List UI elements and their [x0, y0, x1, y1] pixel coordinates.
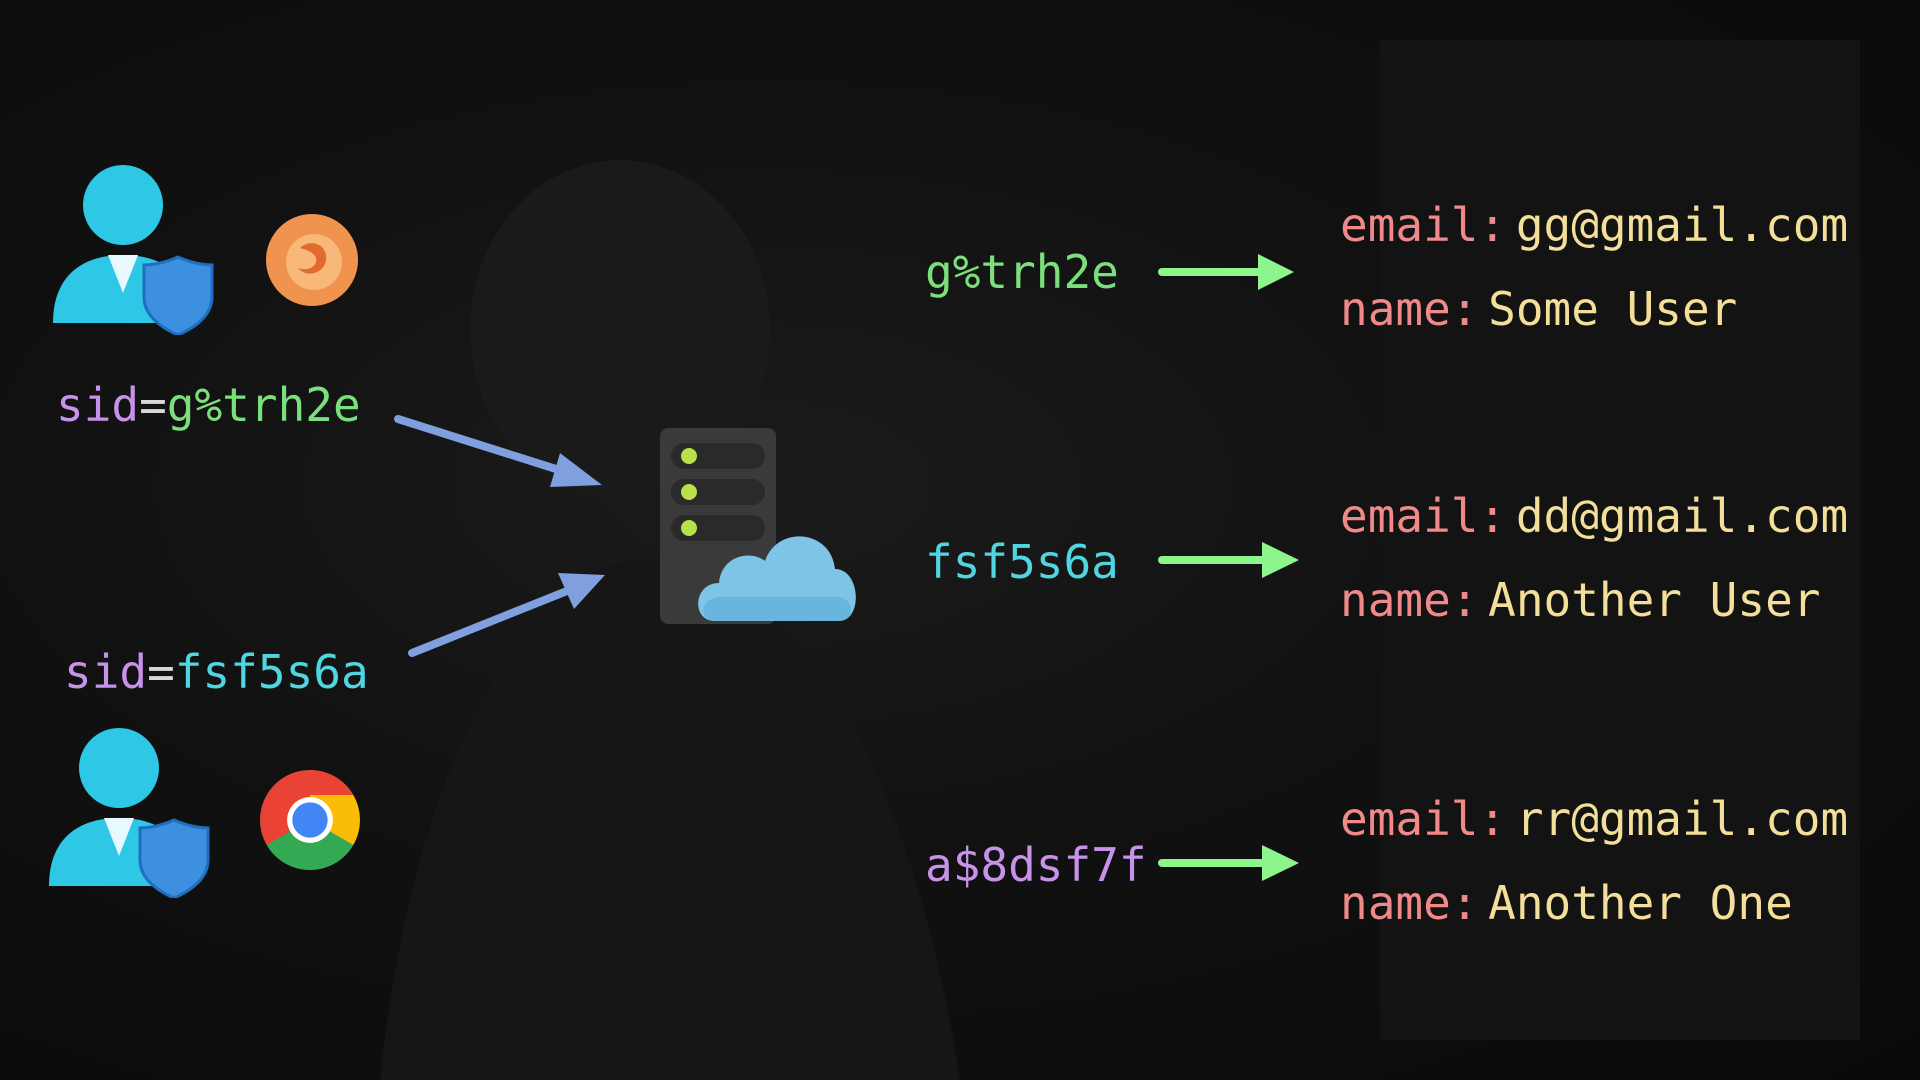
sid-key: sid — [56, 378, 140, 432]
email-label: email: — [1340, 489, 1507, 543]
email-value: gg@gmail.com — [1515, 198, 1849, 252]
record-email-row: email: gg@gmail.com — [1340, 198, 1848, 252]
record-name-row: name: Another One — [1340, 876, 1848, 930]
user-shield-icon — [49, 728, 210, 898]
sid-equals: = — [147, 645, 175, 699]
record-email-row: email: dd@gmail.com — [1340, 489, 1848, 543]
sid-value: fsf5s6a — [174, 645, 369, 699]
name-label: name: — [1340, 282, 1479, 336]
email-value: dd@gmail.com — [1515, 489, 1849, 543]
user-shield-icon — [53, 165, 214, 335]
name-value: Some User — [1488, 282, 1738, 336]
name-label: name: — [1340, 573, 1479, 627]
firefox-icon — [266, 214, 358, 306]
session-record-1: email: gg@gmail.com name: Some User — [1340, 198, 1848, 336]
lookup-arrow — [1158, 542, 1299, 578]
record-name-row: name: Some User — [1340, 282, 1848, 336]
session-key: a$8dsf7f — [925, 838, 1147, 892]
record-email-row: email: rr@gmail.com — [1340, 792, 1848, 846]
session-key: fsf5s6a — [925, 535, 1119, 589]
client-1-cookie: sid=g%trh2e — [56, 378, 361, 432]
session-record-3: email: rr@gmail.com name: Another One — [1340, 792, 1848, 930]
name-value: Another User — [1488, 573, 1821, 627]
lookup-arrow — [1158, 845, 1299, 881]
chrome-icon — [260, 770, 360, 870]
email-label: email: — [1340, 792, 1507, 846]
sid-key: sid — [64, 645, 148, 699]
client-2-request-arrow — [408, 573, 605, 657]
record-name-row: name: Another User — [1340, 573, 1848, 627]
client-1-request-arrow — [394, 415, 602, 487]
sid-equals: = — [139, 378, 167, 432]
session-key: g%trh2e — [925, 245, 1119, 299]
name-label: name: — [1340, 876, 1479, 930]
email-label: email: — [1340, 198, 1507, 252]
server-cloud-icon — [660, 428, 856, 624]
lookup-arrow — [1158, 254, 1294, 290]
name-value: Another One — [1488, 876, 1793, 930]
client-2-cookie: sid=fsf5s6a — [64, 645, 369, 699]
session-record-2: email: dd@gmail.com name: Another User — [1340, 489, 1848, 627]
email-value: rr@gmail.com — [1515, 792, 1849, 846]
sid-value: g%trh2e — [166, 378, 361, 432]
